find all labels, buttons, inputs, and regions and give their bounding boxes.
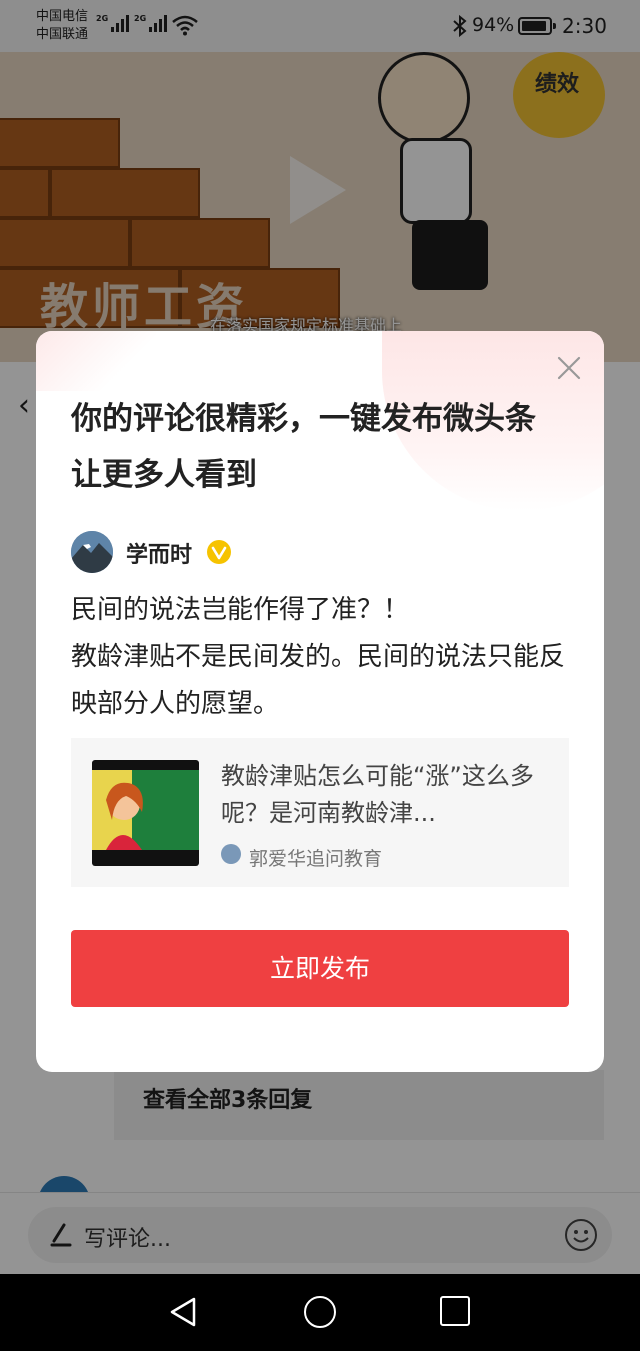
article-title: 教龄津贴怎么可能“涨”这么多呢？是河南教龄津... bbox=[221, 762, 534, 827]
comment-text: 民间的说法岂能作得了准？！ 教龄津贴不是民间发的。民间的说法只能反映部分人的愿望… bbox=[71, 587, 571, 728]
comment-line: 教龄津贴不是民间发的。民间的说法只能反映部分人的愿望。 bbox=[71, 642, 566, 719]
author-avatar bbox=[71, 531, 113, 573]
article-card[interactable]: 教龄津贴怎么可能“涨”这么多呢？是河南教龄津... 郭爱华追问教育 bbox=[71, 738, 569, 887]
dialog-decoration bbox=[36, 331, 156, 391]
source-avatar bbox=[221, 844, 241, 864]
system-nav-bar bbox=[0, 1274, 640, 1351]
verified-icon bbox=[207, 540, 231, 564]
nav-recents-icon[interactable] bbox=[440, 1296, 470, 1326]
nav-back-icon[interactable] bbox=[168, 1296, 198, 1328]
nav-home-icon[interactable] bbox=[304, 1296, 336, 1328]
dialog-title: 你的评论很精彩，一键发布微头条让更多人看到 bbox=[71, 401, 536, 493]
publish-button[interactable]: 立即发布 bbox=[71, 930, 569, 1007]
article-source: 郭爱华追问教育 bbox=[249, 848, 383, 870]
article-thumbnail bbox=[92, 760, 199, 866]
comment-line: 民间的说法岂能作得了准？！ bbox=[71, 595, 410, 625]
author-name: 学而时 bbox=[126, 543, 193, 568]
close-icon[interactable] bbox=[554, 353, 584, 383]
publish-dialog: 你的评论很精彩，一键发布微头条让更多人看到 学而时 民间的说法岂能作得了准？！ … bbox=[36, 331, 604, 1072]
